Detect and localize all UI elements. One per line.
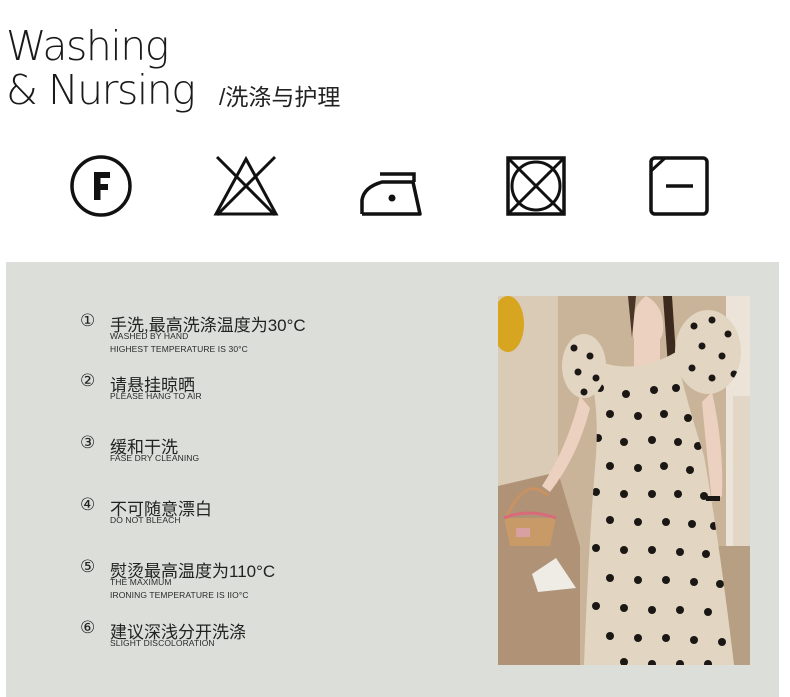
product-photo — [498, 296, 750, 665]
item-number: ② — [80, 371, 96, 390]
title-line-2: & Nursing — [6, 66, 196, 114]
item-english-line-1: DO NOT BLEACH — [110, 515, 181, 525]
page-subtitle: /洗涤与护理 — [219, 84, 341, 110]
item-english-line-2: IRONING TEMPERATURE IS IIO°C — [110, 590, 249, 600]
item-number: ⑤ — [80, 557, 96, 576]
f-circle-icon — [68, 153, 134, 219]
item-english-line-1: WASHED BY HAND — [110, 331, 189, 341]
dry-flat-icon — [647, 153, 713, 219]
item-english-line-1: SLIGHT DISCOLORATION — [110, 638, 215, 648]
item-number: ③ — [80, 433, 96, 452]
item-english-line-1: FASE DRY CLEANING — [110, 453, 200, 463]
item-number: ① — [80, 311, 96, 330]
item-number: ④ — [80, 495, 96, 514]
item-number: ⑥ — [80, 618, 96, 637]
no-tumble-dry-icon — [503, 153, 569, 219]
item-english-line-2: HIGHEST TEMPERATURE IS 30°C — [110, 344, 248, 354]
item-english-line-1: THE MAXIMUM — [110, 577, 172, 587]
title-line-1: Washing — [6, 22, 169, 70]
iron-one-dot-icon — [358, 153, 424, 219]
no-bleach-icon — [213, 153, 279, 219]
item-english-line-1: PLEASE HANG TO AIR — [110, 391, 202, 401]
